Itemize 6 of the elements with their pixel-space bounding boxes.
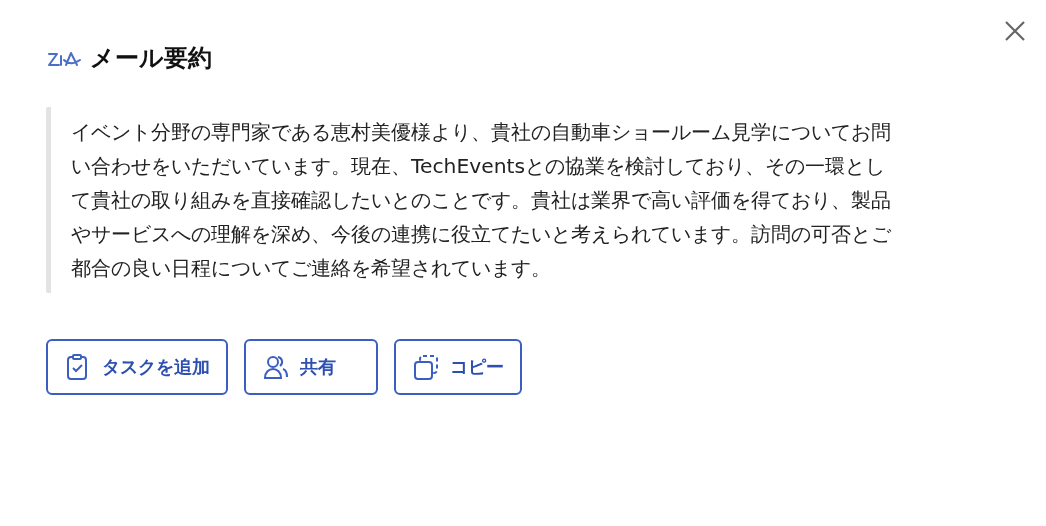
dialog-title: メール要約 [90, 44, 212, 73]
copy-icon [412, 352, 440, 381]
add-task-button[interactable]: タスクを追加 [46, 338, 228, 395]
summary-text: イベント分野の専門家である恵村美優様より、貴社の自動車ショールーム見学についてお問い合わせをいただいています。現在、TechEventsとの協業を検討しており、その一環として貴社の取り組みを直接確認したいとのことです。貴社は業界で高い評価を得ており、製品やサービスへの理解を深め、今後の連携に役立てたいと考えられています。訪問の可否とご都合の良い日程についてご連絡を希望されています。 [71, 118, 891, 282]
share-button[interactable]: 共有 [244, 338, 378, 395]
copy-button[interactable]: コピー [394, 338, 522, 395]
